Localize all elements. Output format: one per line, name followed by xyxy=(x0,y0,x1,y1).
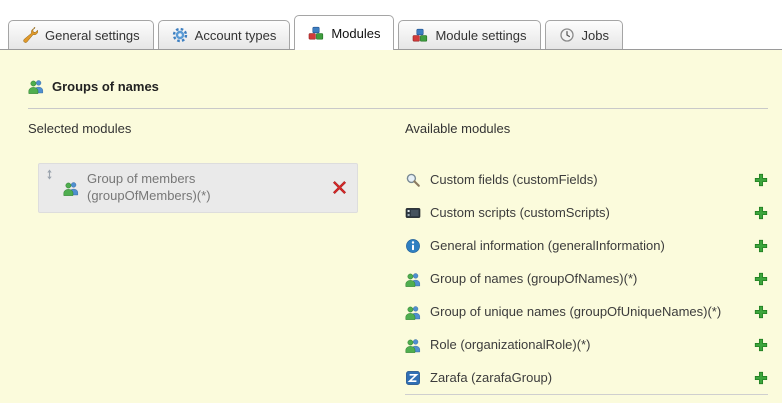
selected-module-item[interactable]: Group of members (groupOfMembers)(*) xyxy=(38,163,358,213)
plus-icon xyxy=(754,338,768,352)
magnifier-icon xyxy=(405,172,421,188)
list-item: Custom scripts (customScripts) xyxy=(405,196,768,229)
group-icon xyxy=(28,78,44,94)
available-modules-heading: Available modules xyxy=(405,121,768,137)
list-item: Custom fields (customFields) xyxy=(405,163,768,196)
script-icon xyxy=(405,205,421,221)
selected-modules-heading: Selected modules xyxy=(28,121,393,137)
tab-label: Account types xyxy=(195,28,277,43)
module-label: Role (organizationalRole)(*) xyxy=(430,337,590,352)
tab-general-settings[interactable]: General settings xyxy=(8,20,154,49)
plus-icon xyxy=(754,173,768,187)
module-label: Custom fields (customFields) xyxy=(430,172,598,187)
info-icon xyxy=(405,238,421,254)
list-bottom-divider xyxy=(405,394,768,395)
tab-modules[interactable]: Modules xyxy=(294,15,394,50)
add-module-button[interactable] xyxy=(754,239,768,253)
section-header: Groups of names xyxy=(28,76,768,96)
group-icon xyxy=(63,180,79,196)
tab-label: Jobs xyxy=(582,28,609,43)
plus-icon xyxy=(754,371,768,385)
tab-module-settings[interactable]: Module settings xyxy=(398,20,540,49)
lam-config-window: General settings Account types Modules M… xyxy=(0,0,782,403)
group-icon xyxy=(405,304,421,320)
plus-icon xyxy=(754,239,768,253)
list-item: Group of names (groupOfNames)(*) xyxy=(405,262,768,295)
tab-label: General settings xyxy=(45,28,140,43)
sync-gear-icon xyxy=(172,27,188,43)
module-label: Group of names (groupOfNames)(*) xyxy=(430,271,637,286)
zarafa-icon xyxy=(405,370,421,386)
modules-icon xyxy=(412,27,428,43)
modules-tab-content: Groups of names Selected modules Group o… xyxy=(0,50,782,403)
wrench-icon xyxy=(22,27,38,43)
selected-module-label: Group of members (groupOfMembers)(*) xyxy=(87,171,292,205)
add-module-button[interactable] xyxy=(754,272,768,286)
modules-icon xyxy=(308,25,324,41)
add-module-button[interactable] xyxy=(754,173,768,187)
group-icon xyxy=(405,271,421,287)
add-module-button[interactable] xyxy=(754,371,768,385)
drag-handle-icon[interactable] xyxy=(44,169,55,180)
delete-icon xyxy=(332,180,347,195)
module-label: General information (generalInformation) xyxy=(430,238,665,253)
tab-jobs[interactable]: Jobs xyxy=(545,20,623,49)
list-item: Role (organizationalRole)(*) xyxy=(405,328,768,361)
add-module-button[interactable] xyxy=(754,305,768,319)
module-label: Custom scripts (customScripts) xyxy=(430,205,610,220)
clock-icon xyxy=(559,27,575,43)
list-item: General information (generalInformation) xyxy=(405,229,768,262)
list-item: Zarafa (zarafaGroup) xyxy=(405,361,768,394)
available-modules-column: Available modules Custom fields (customF… xyxy=(405,121,768,395)
module-label: Group of unique names (groupOfUniqueName… xyxy=(430,304,721,319)
tab-account-types[interactable]: Account types xyxy=(158,20,291,49)
tab-bar: General settings Account types Modules M… xyxy=(0,0,782,50)
add-module-button[interactable] xyxy=(754,338,768,352)
group-icon xyxy=(405,337,421,353)
plus-icon xyxy=(754,206,768,220)
section-divider xyxy=(28,108,768,109)
add-module-button[interactable] xyxy=(754,206,768,220)
page-title: Groups of names xyxy=(52,79,159,94)
tab-label: Modules xyxy=(331,26,380,41)
tab-label: Module settings xyxy=(435,28,526,43)
plus-icon xyxy=(754,305,768,319)
selected-modules-column: Selected modules Group of members (group… xyxy=(28,121,393,395)
module-label: Zarafa (zarafaGroup) xyxy=(430,370,552,385)
remove-module-button[interactable] xyxy=(332,180,347,195)
list-item: Group of unique names (groupOfUniqueName… xyxy=(405,295,768,328)
plus-icon xyxy=(754,272,768,286)
